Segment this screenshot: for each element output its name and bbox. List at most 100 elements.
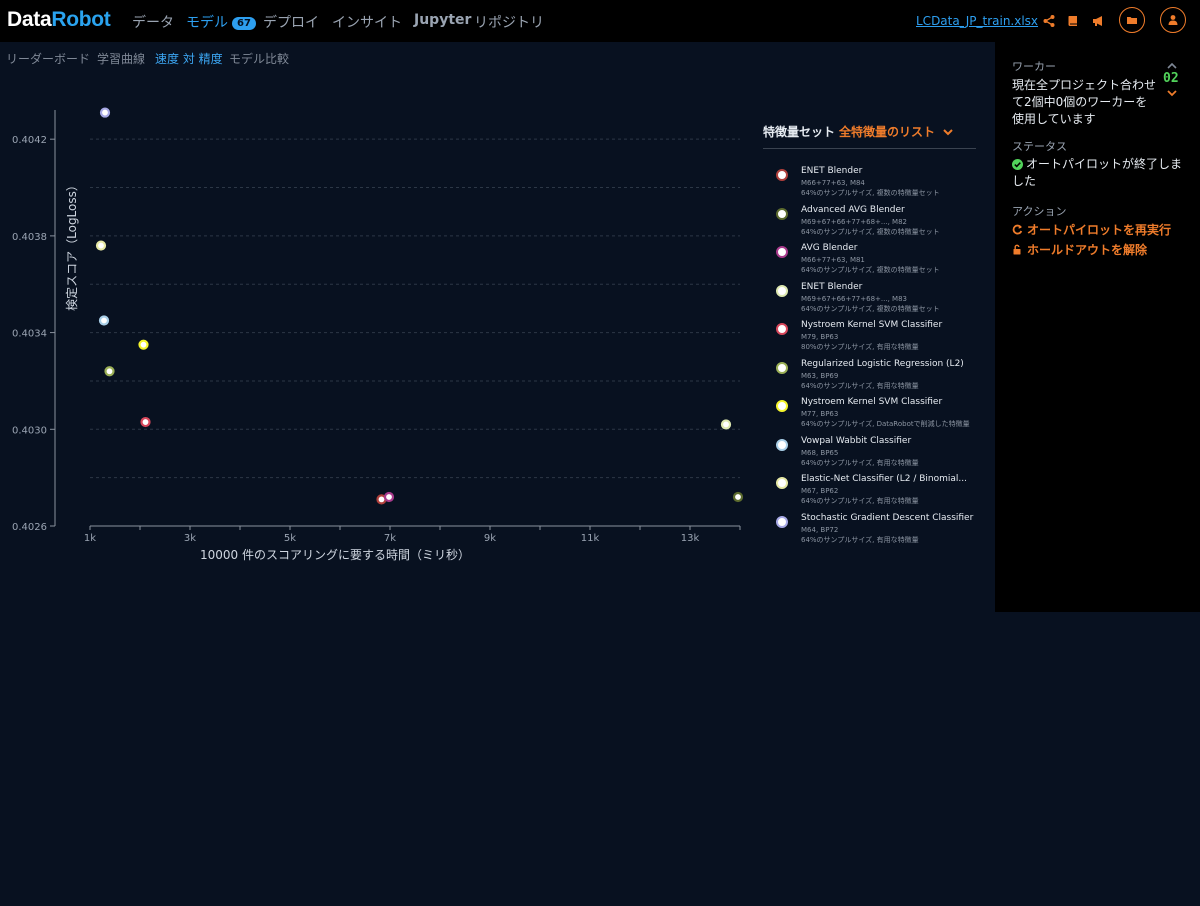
refresh-icon — [1012, 224, 1023, 235]
legend-model-details: M69+67+66+77+68+..., M82 64%のサンプルサイズ, 複数の… — [801, 217, 940, 236]
feature-set-header: 特徴量セット 全特徴量のリスト — [763, 123, 953, 140]
data-point — [732, 491, 744, 503]
x-tick-label: 1k — [84, 533, 96, 544]
side-panel: ワーカー 現在全プロジェクト合わせ て2個中0個のワーカーを 使用しています 0… — [995, 42, 1200, 612]
y-tick-label: 0.4038 — [12, 232, 47, 243]
chart-points — [95, 107, 744, 505]
chart-ticks: 0.4026 0.4030 0.4034 0.4038 0.4042 1k 3k 5k 7k 9k… — [12, 135, 741, 544]
nav-insights[interactable]: インサイト — [332, 12, 402, 32]
project-name-link[interactable]: LCData_JP_train.xlsx — [916, 14, 1038, 28]
legend-model-name: Vowpal Wabbit Classifier — [801, 435, 912, 446]
feature-list-dropdown[interactable]: 全特徴量のリスト — [839, 125, 935, 139]
legend-model-details: M77, BP63 64%のサンプルサイズ, DataRobotで削減した特徴量 — [801, 410, 970, 428]
legend-item[interactable]: Regularized Logistic Regression (L2) M63,… — [775, 359, 985, 397]
share-icon[interactable] — [1042, 13, 1056, 27]
rerun-autopilot-action[interactable]: オートパイロットを再実行 — [1012, 221, 1171, 238]
x-tick-label: 13k — [681, 533, 700, 544]
y-tick-label: 0.4030 — [12, 425, 47, 436]
data-point — [99, 107, 111, 118]
legend-model-details: M63, BP69 64%のサンプルサイズ, 有用な特徴量 — [801, 371, 919, 390]
tab-model-comparison[interactable]: モデル比較 — [229, 50, 289, 67]
y-tick-label: 0.4026 — [12, 522, 47, 533]
nav-deploy[interactable]: デプロイ — [263, 12, 319, 32]
legend-dot — [776, 361, 788, 374]
data-point — [95, 240, 107, 251]
speed-vs-accuracy-chart: 0.4026 0.4030 0.4034 0.4038 0.4042 1k 3k 5k 7k 9k… — [12, 107, 744, 562]
legend-dot — [776, 207, 788, 220]
legend-item[interactable]: Nystroem Kernel SVM Classifier M79, BP63 8… — [775, 320, 985, 358]
datarobot-logo[interactable]: DataRobot — [7, 8, 111, 32]
unlock-holdout-action[interactable]: ホールドアウトを解除 — [1012, 241, 1147, 258]
legend-item[interactable]: Nystroem Kernel SVM Classifier M77, BP63 6… — [775, 397, 985, 435]
folder-button[interactable] — [1119, 7, 1145, 33]
x-tick-label: 3k — [184, 533, 196, 544]
y-axis-label: 検定スコア（LogLoss） — [64, 179, 79, 311]
legend-item[interactable]: AVG Blender M66+77+63, M81 64%のサンプルサイズ, 複数… — [775, 243, 985, 281]
megaphone-icon[interactable] — [1091, 13, 1105, 27]
legend-model-details: M69+67+66+77+68+..., M83 64%のサンプルサイズ, 複数の… — [801, 294, 940, 313]
legend-item[interactable]: Vowpal Wabbit Classifier M68, BP65 64%のサンプ… — [775, 436, 985, 474]
legend-dot — [776, 323, 788, 335]
legend-model-details: M66+77+63, M81 64%のサンプルサイズ, 複数の特徴量セット — [801, 256, 940, 274]
tab-leaderboard[interactable]: リーダーボード — [6, 50, 90, 67]
legend-item[interactable]: Stochastic Gradient Descent Classifier M6… — [775, 513, 985, 551]
chevron-up-icon[interactable] — [1167, 62, 1177, 69]
legend-dot — [776, 246, 788, 258]
legend-model-details: M68, BP65 64%のサンプルサイズ, 有用な特徴量 — [801, 448, 919, 467]
legend-model-name: Nystroem Kernel SVM Classifier — [801, 320, 943, 330]
legend-dot — [776, 169, 788, 181]
folder-icon — [1127, 17, 1137, 24]
legend-model-name: ENET Blender — [801, 281, 863, 292]
nav-repository[interactable]: リポジトリ — [474, 12, 544, 32]
workers-count: 02 — [1163, 71, 1179, 86]
nav-models[interactable]: モデル 67 — [186, 12, 256, 32]
actions-label: アクション — [1012, 205, 1067, 218]
legend-dot — [776, 477, 788, 489]
legend-model-name: ENET Blender — [801, 166, 863, 176]
legend-item[interactable]: Elastic-Net Classifier (L2 / Binomial...… — [775, 474, 985, 512]
legend-item[interactable]: Advanced AVG Blender M69+67+66+77+68+...,… — [775, 205, 985, 243]
x-tick-label: 11k — [581, 533, 600, 544]
book-icon[interactable] — [1066, 13, 1080, 27]
x-tick-label: 7k — [384, 533, 396, 544]
x-tick-label: 9k — [484, 533, 496, 544]
user-button[interactable] — [1160, 7, 1186, 33]
data-point — [720, 419, 732, 430]
nav-data[interactable]: データ — [132, 12, 174, 32]
nav-jupyter[interactable]: Jupyter — [414, 12, 471, 28]
chart-grid — [90, 138, 740, 479]
nav-models-label: モデル — [186, 15, 228, 31]
data-point — [140, 416, 151, 428]
status-label: ステータス — [1012, 140, 1067, 153]
data-point — [138, 339, 149, 350]
feature-set-title: 特徴量セット — [763, 125, 836, 139]
legend-model-name: Advanced AVG Blender — [801, 204, 905, 215]
legend-model-name: Regularized Logistic Regression (L2) — [801, 358, 964, 369]
legend-model-name: Stochastic Gradient Descent Classifier — [801, 512, 974, 523]
workers-text: 現在全プロジェクト合わせ て2個中0個のワーカーを 使用しています — [1012, 78, 1157, 126]
legend-model-details: M79, BP63 80%のサンプルサイズ, 有用な特徴量 — [801, 333, 919, 351]
legend-dot — [776, 515, 788, 528]
chevron-down-icon[interactable] — [1167, 90, 1177, 97]
legend-model-details: M66+77+63, M84 64%のサンプルサイズ, 複数の特徴量セット — [801, 179, 940, 197]
data-point — [98, 315, 110, 326]
legend-model-details: M64, BP72 64%のサンプルサイズ, 有用な特徴量 — [801, 525, 919, 544]
top-bar: DataRobot データ モデル 67 デプロイ インサイト Jupyter リ… — [0, 0, 1200, 42]
legend-dot — [776, 438, 788, 451]
legend-item[interactable]: ENET Blender M69+67+66+77+68+..., M83 64%の… — [775, 282, 985, 320]
user-icon — [1168, 15, 1178, 25]
legend-model-name: AVG Blender — [801, 243, 858, 253]
unlock-icon — [1013, 244, 1021, 255]
status-text: オートパイロットが終了しま した — [1012, 157, 1183, 188]
model-count-badge: 67 — [232, 17, 256, 30]
data-point — [383, 491, 395, 503]
chart-axes — [54, 110, 740, 527]
legend-dot — [776, 284, 788, 297]
check-circle-icon — [1012, 159, 1023, 170]
tab-speed-vs-accuracy[interactable]: 速度 対 精度 — [155, 50, 223, 67]
tab-learning-curve[interactable]: 学習曲線 — [97, 50, 145, 67]
legend-item[interactable]: ENET Blender M66+77+63, M84 64%のサンプルサイズ, 複… — [775, 166, 985, 204]
legend-model-name: Elastic-Net Classifier (L2 / Binomial... — [801, 474, 967, 484]
chevron-down-icon[interactable] — [943, 128, 953, 136]
legend-dot — [776, 400, 788, 412]
